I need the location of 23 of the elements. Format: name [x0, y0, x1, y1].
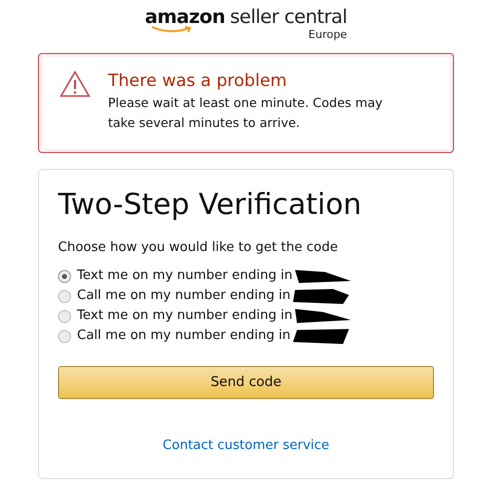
radio-button[interactable]	[58, 310, 71, 322]
contact-link[interactable]: Contact customer service	[162, 436, 330, 456]
product-name: seller central	[230, 6, 348, 28]
radio-button[interactable]	[58, 330, 71, 342]
prompt-text: Choose how you would like to get the code	[58, 239, 339, 257]
send-code-button[interactable]: Send code	[58, 366, 434, 399]
smile-arrow-icon	[150, 26, 193, 34]
alert-message: Please wait at least one minute. Codes may take several minutes to arrive.	[108, 94, 384, 132]
option-label: Call me on my number ending in	[77, 327, 290, 346]
redaction-mark	[293, 288, 350, 304]
region-label: Europe	[308, 28, 348, 41]
redaction-mark	[293, 328, 350, 344]
redaction-mark	[295, 308, 352, 324]
radio-button[interactable]	[58, 290, 71, 302]
option-label: Call me on my number ending in	[77, 287, 290, 306]
warning-icon	[59, 70, 91, 98]
option-label: Text me on my number ending in	[77, 307, 292, 326]
radio-button[interactable]	[58, 270, 71, 282]
brand-name: amazon	[144, 6, 226, 28]
page-title: Two-Step Verification	[58, 186, 363, 223]
redaction-mark	[295, 268, 352, 284]
option-label: Text me on my number ending in	[77, 267, 292, 286]
alert-title: There was a problem	[108, 70, 288, 92]
